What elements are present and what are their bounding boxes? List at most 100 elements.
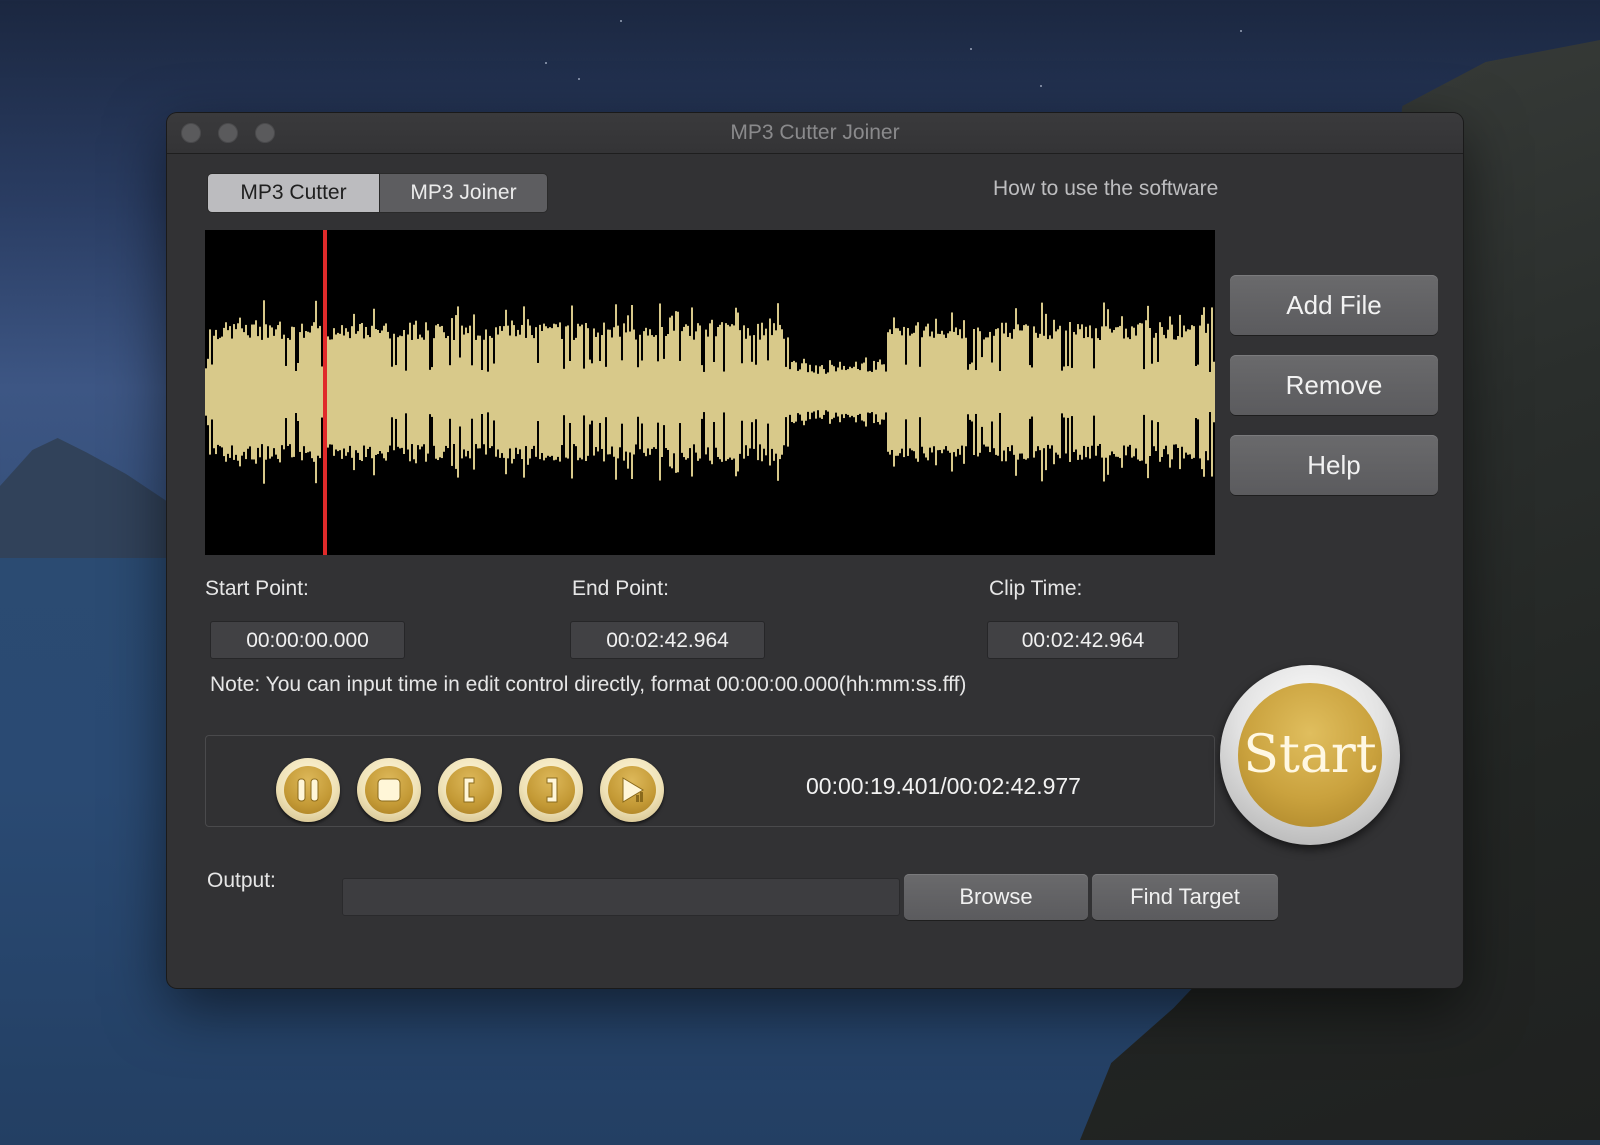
waveform-bar	[207, 358, 209, 426]
waveform-bar	[869, 370, 871, 414]
waveform-view[interactable]	[205, 230, 1215, 555]
waveform-bar	[445, 338, 447, 446]
help-button[interactable]: Help	[1230, 435, 1438, 495]
waveform-bar	[215, 329, 217, 455]
waveform-bar	[399, 335, 401, 449]
waveform-bar	[1163, 334, 1165, 450]
waveform-bar	[295, 370, 297, 414]
waveform-bar	[771, 335, 773, 449]
waveform-bar	[811, 371, 813, 413]
waveform-bar	[1197, 364, 1199, 420]
waveform-bar	[759, 339, 761, 445]
waveform-bar	[867, 371, 869, 413]
waveform-bar	[431, 367, 433, 417]
find-target-button[interactable]: Find Target	[1092, 874, 1278, 920]
waveform-bar	[631, 305, 633, 479]
waveform-bar	[745, 338, 747, 446]
waveform-bar	[629, 331, 631, 453]
waveform-bar	[1159, 322, 1161, 462]
waveform-bar	[865, 357, 867, 427]
waveform-bar	[1125, 328, 1127, 456]
waveform-bar	[1115, 327, 1117, 457]
waveform-bar	[1063, 366, 1065, 418]
waveform-bar	[1033, 326, 1035, 458]
waveform-bar	[1183, 325, 1185, 459]
pause-icon	[284, 766, 332, 814]
waveform-bar	[517, 329, 519, 455]
waveform-bar	[235, 329, 237, 455]
waveform-bar	[513, 325, 515, 459]
waveform-bar	[1049, 335, 1051, 449]
title-bar[interactable]: MP3 Cutter Joiner	[167, 113, 1463, 154]
waveform-graphic	[205, 230, 1215, 555]
waveform-bar	[803, 358, 805, 426]
mark-end-button[interactable]	[519, 758, 583, 822]
playback-position: 00:00:19.401/00:02:42.977	[806, 773, 1081, 799]
how-to-use-link[interactable]: How to use the software	[993, 177, 1218, 201]
waveform-bar	[231, 338, 233, 446]
tab-mp3-cutter[interactable]: MP3 Cutter	[208, 174, 379, 212]
waveform-bar	[335, 334, 337, 450]
waveform-bar	[693, 339, 695, 445]
waveform-bar	[819, 366, 821, 418]
waveform-bar	[473, 314, 475, 470]
waveform-bar	[817, 373, 819, 411]
waveform-bar	[429, 369, 431, 415]
remove-button[interactable]: Remove	[1230, 355, 1438, 415]
waveform-bar	[821, 365, 823, 419]
mark-start-button[interactable]	[438, 758, 502, 822]
waveform-bar	[695, 331, 697, 453]
start-point-field[interactable]: 00:00:00.000	[210, 621, 405, 659]
window-title: MP3 Cutter Joiner	[730, 121, 900, 144]
waveform-bar	[321, 366, 323, 418]
waveform-bar	[895, 328, 897, 456]
pause-button[interactable]	[276, 758, 340, 822]
waveform-bar	[963, 320, 965, 464]
waveform-bar	[1071, 367, 1073, 417]
waveform-bar	[1181, 337, 1183, 447]
waveform-bar	[697, 323, 699, 461]
waveform-bar	[205, 368, 207, 416]
waveform-bar	[1161, 327, 1163, 457]
waveform-bar	[723, 371, 725, 413]
waveform-bar	[303, 337, 305, 447]
browse-button[interactable]: Browse	[904, 874, 1088, 920]
waveform-bar	[753, 335, 755, 449]
waveform-bar	[511, 320, 513, 464]
waveform-bar	[843, 365, 845, 419]
waveform-bar	[939, 334, 941, 450]
tab-mp3-joiner[interactable]: MP3 Joiner	[379, 174, 547, 212]
output-path-field[interactable]	[342, 878, 900, 916]
waveform-bar	[1127, 337, 1129, 447]
play-selection-button[interactable]	[600, 758, 664, 822]
waveform-bar	[269, 325, 271, 459]
start-button[interactable]: Start	[1220, 665, 1400, 845]
waveform-bar	[987, 337, 989, 447]
waveform-bar	[245, 324, 247, 460]
waveform-bar	[1085, 326, 1087, 458]
waveform-bar	[315, 300, 317, 484]
waveform-bar	[267, 337, 269, 447]
waveform-bar	[481, 369, 483, 415]
waveform-bar	[581, 324, 583, 460]
waveform-bar	[1035, 332, 1037, 452]
waveform-bar	[717, 327, 719, 457]
waveform-bar	[1205, 332, 1207, 452]
waveform-bar	[809, 364, 811, 420]
waveform-bar	[991, 362, 993, 422]
waveform-bar	[925, 326, 927, 458]
waveform-bar	[681, 331, 683, 453]
waveform-bar	[909, 335, 911, 449]
add-file-button[interactable]: Add File	[1230, 275, 1438, 335]
waveform-bar	[665, 335, 667, 449]
clip-time-field[interactable]: 00:02:42.964	[987, 621, 1179, 659]
stop-button[interactable]	[357, 758, 421, 822]
waveform-bar	[741, 363, 743, 421]
waveform-bar	[707, 336, 709, 448]
waveform-bar	[849, 366, 851, 418]
waveform-bar	[773, 323, 775, 461]
playhead-marker	[323, 230, 327, 555]
waveform-bar	[1131, 326, 1133, 458]
waveform-bar	[463, 334, 465, 450]
end-point-field[interactable]: 00:02:42.964	[570, 621, 765, 659]
